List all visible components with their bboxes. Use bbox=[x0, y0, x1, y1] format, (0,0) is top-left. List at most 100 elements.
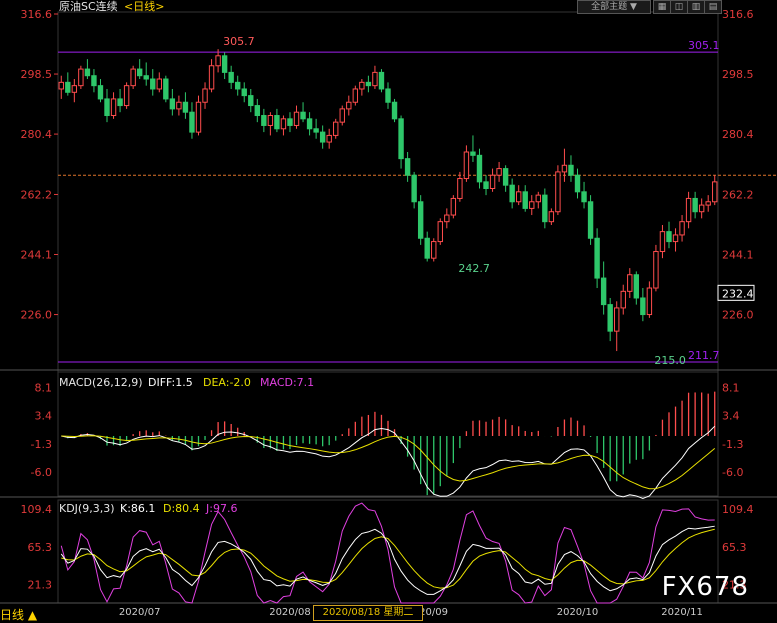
y-tick-label: 298.5 bbox=[722, 68, 754, 81]
grid-icon[interactable]: ▦ bbox=[653, 0, 671, 14]
candle-body bbox=[267, 115, 274, 126]
candle-body bbox=[130, 68, 136, 87]
candle-body bbox=[672, 234, 679, 243]
candle-body bbox=[195, 101, 202, 133]
candle-body bbox=[254, 105, 261, 117]
cursor-date-label: 2020/08/18 星期二 bbox=[313, 605, 423, 621]
y-tick-label: 226.0 bbox=[21, 309, 53, 322]
kdj-y-tick: 21.3 bbox=[28, 579, 53, 592]
candle-body bbox=[241, 88, 247, 97]
chevron-down-icon: ▼ bbox=[629, 2, 637, 12]
candle-body bbox=[496, 168, 502, 176]
y-tick-label: 280.4 bbox=[21, 128, 53, 141]
macd-y-tick: -1.3 bbox=[31, 438, 52, 451]
kdj-d: D:80.4 bbox=[163, 502, 200, 515]
macd-y-tick: 3.4 bbox=[722, 410, 740, 423]
candle-body bbox=[293, 111, 300, 126]
candle-body bbox=[202, 88, 208, 103]
d-line bbox=[61, 528, 715, 589]
candle-body bbox=[359, 81, 365, 90]
candle-body bbox=[215, 55, 221, 67]
candle-body bbox=[306, 118, 313, 130]
macd-y-tick: -6.0 bbox=[31, 466, 52, 479]
y-tick-label: 280.4 bbox=[722, 128, 754, 141]
candle-body bbox=[705, 201, 711, 206]
candle-icon[interactable]: ▤ bbox=[704, 0, 722, 14]
y-tick-label: 316.6 bbox=[722, 8, 754, 21]
candle-body bbox=[502, 168, 509, 186]
macd-value: MACD:7.1 bbox=[260, 376, 314, 389]
y-tick-label: 226.0 bbox=[722, 309, 754, 322]
candle-body bbox=[581, 191, 587, 203]
candle-body bbox=[65, 81, 71, 93]
y-tick-label: 244.1 bbox=[21, 249, 53, 262]
candle-body bbox=[287, 118, 293, 126]
candle-body bbox=[555, 171, 561, 213]
candle-body bbox=[398, 118, 404, 160]
candle-body bbox=[587, 201, 594, 239]
candle-body bbox=[136, 68, 143, 77]
macd-dea: DEA:-2.0 bbox=[203, 376, 251, 389]
kdj-y-tick: 65.3 bbox=[28, 541, 53, 554]
candle-body bbox=[97, 85, 104, 100]
candle-body bbox=[646, 287, 653, 316]
candle-body bbox=[346, 101, 352, 110]
x-tick-label: 2020/07 bbox=[119, 607, 161, 618]
candle-body bbox=[489, 174, 496, 189]
reference-line-label: 305.1 bbox=[688, 39, 720, 52]
y-tick-label: 298.5 bbox=[21, 68, 53, 81]
macd-y-tick: 8.1 bbox=[722, 381, 740, 394]
layout-icon[interactable]: ◫ bbox=[670, 0, 688, 14]
kdj-j: J:97.6 bbox=[205, 502, 237, 515]
candle-body bbox=[574, 174, 581, 193]
candle-body bbox=[333, 121, 339, 136]
candle-body bbox=[352, 88, 359, 103]
theme-select[interactable]: 全部主题 ▼ bbox=[577, 0, 651, 14]
candle-body bbox=[561, 164, 568, 173]
candle-body bbox=[627, 274, 633, 292]
reference-line-label: 211.7 bbox=[688, 349, 720, 362]
macd-diff: DIFF:1.5 bbox=[148, 376, 193, 389]
candle-body bbox=[339, 108, 345, 123]
candle-body bbox=[319, 131, 326, 143]
x-tick-label: 2020/11 bbox=[661, 607, 703, 618]
watermark: FX678 bbox=[661, 572, 749, 602]
candle-body bbox=[633, 274, 640, 299]
candle-body bbox=[156, 78, 162, 90]
candle-body bbox=[424, 237, 430, 259]
candle-body bbox=[143, 75, 149, 80]
candle-body bbox=[378, 71, 385, 90]
candle-body bbox=[640, 297, 646, 316]
kdj-k: K:86.1 bbox=[120, 502, 155, 515]
candle-body bbox=[261, 115, 267, 126]
y-tick-label: 262.2 bbox=[722, 188, 754, 201]
candle-body bbox=[280, 118, 287, 130]
macd-name: MACD(26,12,9) bbox=[59, 376, 143, 389]
candle-body bbox=[404, 158, 411, 176]
candle-body bbox=[228, 71, 234, 83]
candle-body bbox=[594, 237, 600, 279]
candle-body bbox=[476, 154, 483, 183]
candle-body bbox=[208, 65, 215, 90]
candle-body bbox=[411, 174, 417, 203]
candle-body bbox=[712, 181, 718, 203]
candle-body bbox=[150, 78, 156, 90]
candle-body bbox=[326, 134, 332, 143]
candle-body bbox=[84, 68, 91, 77]
candle-body bbox=[653, 251, 659, 289]
candle-body bbox=[58, 81, 64, 90]
candle-body bbox=[189, 111, 195, 133]
candle-body bbox=[568, 164, 574, 176]
period-button[interactable]: 日线 ▲ bbox=[0, 606, 37, 623]
theme-select-label: 全部主题 bbox=[591, 2, 628, 12]
candle-body bbox=[110, 98, 117, 117]
chart-canvas[interactable]: 原油SC连续 <日线> 316.6 316.6 298.5 298.5 280.4 280.4… bbox=[0, 0, 777, 623]
candle-body bbox=[614, 307, 620, 332]
x-tick-label: 2020/08 bbox=[269, 607, 311, 618]
candle-body bbox=[78, 68, 84, 87]
candle-body bbox=[117, 98, 123, 107]
candle-body bbox=[470, 151, 476, 156]
bar-chart-icon[interactable]: ▥ bbox=[687, 0, 705, 14]
candle-body bbox=[483, 181, 489, 189]
y-tick-label: 244.1 bbox=[722, 249, 754, 262]
